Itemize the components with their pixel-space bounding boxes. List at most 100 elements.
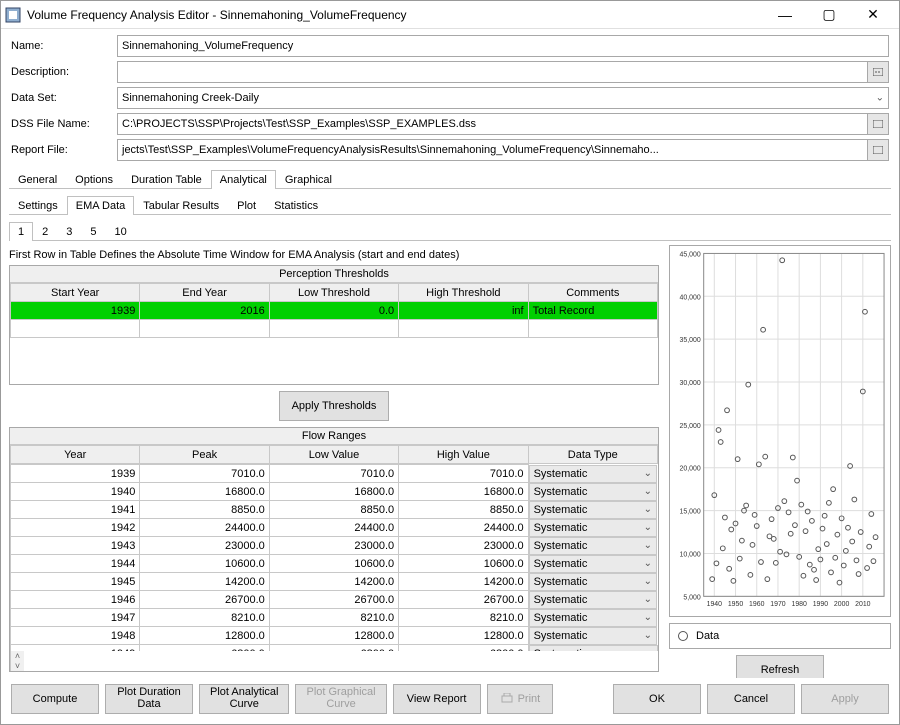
flowranges-cell-peak[interactable]: 10600.0 [140,555,269,573]
flowranges-row[interactable]: 19397010.07010.07010.0Systematic⌄ [11,465,658,483]
view-report-button[interactable]: View Report [393,684,481,714]
flowranges-cell-low[interactable]: 12800.0 [269,627,398,645]
flowranges-cell-peak[interactable]: 14200.0 [140,573,269,591]
flowranges-row[interactable]: 194812800.012800.012800.0Systematic⌄ [11,627,658,645]
perception-row-selected[interactable]: 1939 2016 0.0 inf Total Record [11,302,658,320]
flowranges-row[interactable]: 194514200.014200.014200.0Systematic⌄ [11,573,658,591]
ok-button[interactable]: OK [613,684,701,714]
flowranges-cell-high[interactable]: 26700.0 [399,591,528,609]
comments-cell[interactable]: Total Record [528,302,657,320]
flowranges-cell-peak[interactable]: 26700.0 [140,591,269,609]
flowranges-cell-low[interactable]: 16800.0 [269,483,398,501]
flowranges-cell-low[interactable]: 24400.0 [269,519,398,537]
flowranges-datatype-select[interactable]: Systematic⌄ [529,573,657,591]
plot-duration-button[interactable]: Plot Duration Data [105,684,193,714]
minimize-button[interactable]: — [763,1,807,29]
flowranges-cell-peak[interactable]: 12800.0 [140,627,269,645]
flowranges-cell-low[interactable]: 7010.0 [269,465,398,483]
apply-thresholds-button[interactable]: Apply Thresholds [279,391,390,421]
plot-analytical-button[interactable]: Plot Analytical Curve [199,684,289,714]
flowranges-cell-high[interactable]: 23000.0 [399,537,528,555]
flowranges-row[interactable]: 19478210.08210.08210.0Systematic⌄ [11,609,658,627]
flowranges-datatype-select[interactable]: Systematic⌄ [529,555,657,573]
numtab-1[interactable]: 1 [9,222,33,241]
flowranges-cell-low[interactable]: 8850.0 [269,501,398,519]
subtab-plot[interactable]: Plot [228,196,265,215]
flowranges-scrollbar[interactable]: ˄ ˅ [10,651,24,671]
compute-button[interactable]: Compute [11,684,99,714]
flowranges-cell-low[interactable]: 14200.0 [269,573,398,591]
high-threshold-cell[interactable]: inf [399,302,528,320]
flowranges-cell-year[interactable]: 1939 [11,465,140,483]
description-browse-button[interactable] [867,61,889,83]
dssfile-browse-button[interactable] [867,113,889,135]
flowranges-cell-peak[interactable]: 7010.0 [140,465,269,483]
flowranges-cell-year[interactable]: 1948 [11,627,140,645]
dssfile-field[interactable]: C:\PROJECTS\SSP\Projects\Test\SSP_Exampl… [117,113,868,135]
flowranges-cell-high[interactable]: 16800.0 [399,483,528,501]
tab-graphical[interactable]: Graphical [276,170,341,189]
flowranges-cell-high[interactable]: 10600.0 [399,555,528,573]
flowranges-cell-high[interactable]: 8210.0 [399,609,528,627]
cancel-button[interactable]: Cancel [707,684,795,714]
flowranges-row[interactable]: 19496800.06800.06800.0Systematic⌄ [11,645,658,652]
flowranges-cell-low[interactable]: 23000.0 [269,537,398,555]
flowranges-cell-high[interactable]: 8850.0 [399,501,528,519]
tab-duration-table[interactable]: Duration Table [122,170,211,189]
flowranges-row[interactable]: 194626700.026700.026700.0Systematic⌄ [11,591,658,609]
flowranges-row[interactable]: 194016800.016800.016800.0Systematic⌄ [11,483,658,501]
flowranges-cell-peak[interactable]: 16800.0 [140,483,269,501]
tab-options[interactable]: Options [66,170,122,189]
dataset-select[interactable]: Sinnemahoning Creek-Daily ⌄ [117,87,889,109]
flowranges-cell-low[interactable]: 6800.0 [269,645,398,652]
flowranges-row[interactable]: 19418850.08850.08850.0Systematic⌄ [11,501,658,519]
name-field[interactable]: Sinnemahoning_VolumeFrequency [117,35,889,57]
flowranges-datatype-select[interactable]: Systematic⌄ [529,483,657,501]
tab-general[interactable]: General [9,170,66,189]
flowranges-cell-low[interactable]: 8210.0 [269,609,398,627]
flowranges-row[interactable]: 194323000.023000.023000.0Systematic⌄ [11,537,658,555]
subtab-tabular-results[interactable]: Tabular Results [134,196,228,215]
subtab-settings[interactable]: Settings [9,196,67,215]
flowranges-cell-year[interactable]: 1944 [11,555,140,573]
numtab-5[interactable]: 5 [81,222,105,241]
flowranges-cell-peak[interactable]: 24400.0 [140,519,269,537]
flowranges-cell-high[interactable]: 14200.0 [399,573,528,591]
flowranges-cell-year[interactable]: 1949 [11,645,140,652]
flowranges-cell-year[interactable]: 1941 [11,501,140,519]
description-field[interactable] [117,61,868,83]
tab-analytical[interactable]: Analytical [211,170,276,189]
numtab-2[interactable]: 2 [33,222,57,241]
flowranges-row[interactable]: 194224400.024400.024400.0Systematic⌄ [11,519,658,537]
reportfile-field[interactable]: jects\Test\SSP_Examples\VolumeFrequencyA… [117,139,868,161]
flowranges-cell-year[interactable]: 1940 [11,483,140,501]
scroll-up-icon[interactable]: ˄ [15,651,20,661]
start-year-cell[interactable]: 1939 [11,302,140,320]
maximize-button[interactable]: ▢ [807,1,851,29]
flowranges-cell-peak[interactable]: 6800.0 [140,645,269,652]
flowranges-cell-peak[interactable]: 8210.0 [140,609,269,627]
numtab-3[interactable]: 3 [57,222,81,241]
flowranges-cell-low[interactable]: 26700.0 [269,591,398,609]
flowranges-cell-year[interactable]: 1947 [11,609,140,627]
flowranges-cell-year[interactable]: 1942 [11,519,140,537]
flowranges-row[interactable]: 194410600.010600.010600.0Systematic⌄ [11,555,658,573]
perception-row-empty[interactable] [11,320,658,338]
flowranges-cell-peak[interactable]: 23000.0 [140,537,269,555]
low-threshold-cell[interactable]: 0.0 [269,302,398,320]
flowranges-cell-peak[interactable]: 8850.0 [140,501,269,519]
flowranges-datatype-select[interactable]: Systematic⌄ [529,537,657,555]
flowranges-datatype-select[interactable]: Systematic⌄ [529,591,657,609]
flowranges-datatype-select[interactable]: Systematic⌄ [529,609,657,627]
flowranges-cell-high[interactable]: 6800.0 [399,645,528,652]
subtab-ema-data[interactable]: EMA Data [67,196,135,215]
numtab-10[interactable]: 10 [106,222,136,241]
flowranges-cell-low[interactable]: 10600.0 [269,555,398,573]
flowranges-datatype-select[interactable]: Systematic⌄ [529,501,657,519]
end-year-cell[interactable]: 2016 [140,302,269,320]
flowranges-cell-high[interactable]: 7010.0 [399,465,528,483]
refresh-button[interactable]: Refresh [736,655,824,678]
flowranges-datatype-select[interactable]: Systematic⌄ [529,645,658,652]
close-button[interactable]: ✕ [851,1,895,29]
flowranges-cell-year[interactable]: 1946 [11,591,140,609]
